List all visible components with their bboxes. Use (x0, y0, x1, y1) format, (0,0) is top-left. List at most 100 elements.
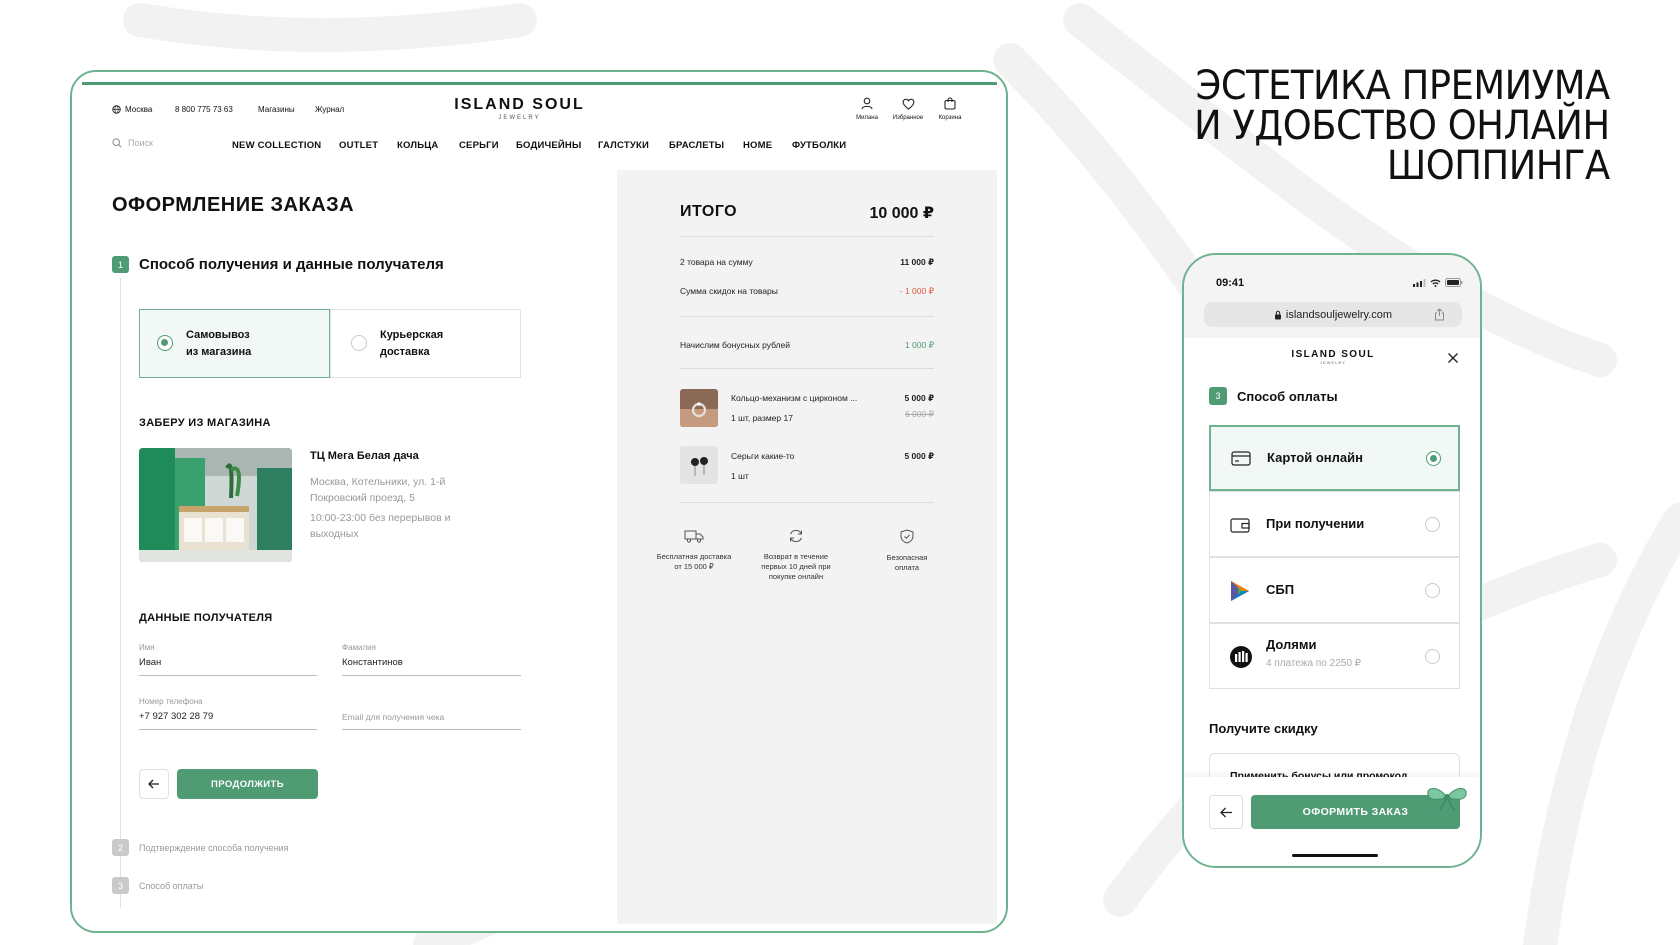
discount-label: Сумма скидок на товары (680, 286, 778, 296)
bag-icon (944, 97, 956, 110)
delivery-option-courier[interactable]: Курьерская доставка (330, 309, 521, 378)
bow-decoration (1427, 788, 1467, 811)
hero-line-3: ШОППИНГА (1387, 143, 1610, 189)
item-ring-thumb[interactable] (680, 389, 718, 427)
first-name-label: Имя (139, 643, 155, 652)
city-label: Москва (125, 105, 153, 114)
wifi-icon (1430, 279, 1441, 287)
store-hours-line1: 10:00-23:00 без перерывов и (310, 512, 451, 524)
payment-option-on-delivery[interactable]: При получении (1209, 491, 1460, 557)
nav-item-home[interactable]: HOME (743, 140, 772, 151)
first-name-field[interactable]: Иван (139, 657, 161, 668)
pickup-radio[interactable] (157, 335, 173, 351)
nav-item-new-collection[interactable]: NEW COLLECTION (232, 140, 321, 151)
summary-title: ИТОГО (680, 203, 738, 220)
last-name-label: Фамилия (342, 643, 376, 652)
city-selector[interactable]: Москва (112, 105, 152, 114)
item-ring-meta: 1 шт, размер 17 (731, 413, 793, 423)
step-1-badge: 1 (112, 256, 129, 273)
search-input[interactable]: Поиск (112, 138, 153, 148)
phone-logo-sub: JEWELRY (1320, 360, 1346, 365)
payment-sbp-label: СБП (1266, 582, 1295, 597)
truck-icon (684, 530, 704, 543)
phone-underline (139, 729, 317, 730)
status-icons (1413, 278, 1463, 287)
benefit-delivery-line1: Бесплатная доставка (656, 552, 732, 561)
nav-item-bracelets[interactable]: БРАСЛЕТЫ (669, 140, 724, 151)
payment-delivery-radio[interactable] (1425, 517, 1440, 532)
courier-radio[interactable] (351, 335, 367, 351)
payment-dolyami-radio[interactable] (1425, 649, 1440, 664)
payment-delivery-label: При получении (1266, 516, 1365, 531)
payment-option-dolyami[interactable]: Долями 4 платежа по 2250 ₽ (1209, 623, 1460, 689)
benefit-return-line2: первых 10 дней при (761, 562, 831, 571)
step-3-header[interactable]: 3 Способ оплаты (112, 877, 203, 894)
wallet-icon (1230, 518, 1250, 533)
signal-icon (1413, 278, 1426, 287)
store-address-line2: Покровский проезд, 5 (310, 492, 415, 504)
cart-label: Корзина (938, 115, 962, 121)
nav-item-earrings[interactable]: СЕРЬГИ (459, 140, 499, 151)
arrow-left-icon (1219, 807, 1232, 817)
summary-divider-2 (680, 316, 934, 317)
benefit-secure-line2: оплата (894, 563, 920, 572)
nav-item-ties[interactable]: ГАЛСТУКИ (598, 140, 649, 151)
share-icon[interactable] (1434, 308, 1445, 321)
header-cart[interactable]: Корзина (935, 97, 965, 121)
item-earrings-thumb[interactable] (680, 446, 718, 484)
payment-sbp-radio[interactable] (1425, 583, 1440, 598)
benefit-secure: Безопасная оплата (863, 529, 951, 573)
payment-card-radio[interactable] (1426, 451, 1441, 466)
payment-dolyami-label: Долями (1266, 637, 1317, 652)
delivery-option-pickup[interactable]: Самовывоз из магазина (139, 309, 330, 378)
recipient-section-title: ДАННЫЕ ПОЛУЧАТЕЛЯ (139, 612, 273, 624)
nav-item-outlet[interactable]: OUTLET (339, 140, 378, 151)
summary-total: 10 000 ₽ (869, 205, 934, 222)
header-link-stores[interactable]: Магазины (258, 105, 295, 114)
nav-item-bodychains[interactable]: БОДИЧЕЙНЫ (516, 140, 582, 151)
step-2-badge: 2 (112, 839, 129, 856)
item-earrings-name[interactable]: Серьги какие-то (731, 451, 794, 461)
summary-divider-1 (680, 236, 934, 237)
phone-field[interactable]: +7 927 302 28 79 (139, 711, 213, 722)
globe-icon (112, 105, 121, 114)
item-earrings-price: 5 000 ₽ (904, 451, 934, 461)
back-button[interactable] (139, 769, 169, 799)
payment-dolyami-sub: 4 платежа по 2250 ₽ (1266, 658, 1362, 669)
top-accent-bar (82, 82, 997, 85)
page-title: ОФОРМЛЕНИЕ ЗАКАЗА (112, 194, 355, 216)
nav-item-tshirts[interactable]: ФУТБОЛКИ (792, 140, 846, 151)
nav-item-rings[interactable]: КОЛЬЦА (397, 140, 438, 151)
phone-logo[interactable]: ISLAND SOUL JEWELRY (1274, 349, 1392, 365)
user-icon (861, 97, 873, 110)
step-2-header[interactable]: 2 Подтверждение способа получения (112, 839, 289, 856)
header-favorites[interactable]: Избранное (888, 97, 928, 121)
phone-step-badge: 3 (1209, 387, 1227, 405)
last-name-field[interactable]: Константинов (342, 657, 403, 668)
discount-title: Получите скидку (1209, 721, 1318, 736)
store-address-line1: Москва, Котельники, ул. 1-й (310, 476, 446, 488)
header-phone[interactable]: 8 800 775 73 63 (175, 105, 233, 114)
email-field[interactable]: Email для получения чека (342, 712, 444, 722)
continue-button[interactable]: ПРОДОЛЖИТЬ (177, 769, 318, 799)
summary-divider-4 (680, 502, 934, 503)
benefit-return-line3: покупке онлайн (768, 572, 824, 581)
desktop-frame: Москва 8 800 775 73 63 Магазины Журнал I… (70, 70, 1008, 933)
pickup-section-title: ЗАБЕРУ ИЗ МАГАЗИНА (139, 417, 271, 429)
item-ring-name[interactable]: Кольцо-механизм с цирконом ... (731, 393, 857, 403)
step-3-title: Способ оплаты (139, 880, 204, 891)
step-1-header: 1 Способ получения и данные получателя (112, 256, 444, 273)
close-icon[interactable] (1447, 352, 1459, 364)
summary-divider-3 (680, 368, 934, 369)
step-3-badge: 3 (112, 877, 129, 894)
dolyami-icon (1230, 646, 1252, 668)
item-earrings-meta: 1 шт (731, 471, 749, 481)
header-link-journal[interactable]: Журнал (315, 105, 344, 114)
order-summary-panel: ИТОГО 10 000 ₽ 2 товара на сумму 11 000 … (617, 170, 997, 924)
payment-option-card-online[interactable]: Картой онлайн (1209, 425, 1460, 491)
payment-option-sbp[interactable]: СБП (1209, 557, 1460, 623)
header-account[interactable]: Милана (852, 97, 882, 121)
phone-back-button[interactable] (1209, 795, 1243, 829)
url-bar[interactable]: islandsouljewelry.com (1204, 302, 1462, 327)
site-logo[interactable]: ISLAND SOUL JEWELRY (437, 96, 602, 121)
